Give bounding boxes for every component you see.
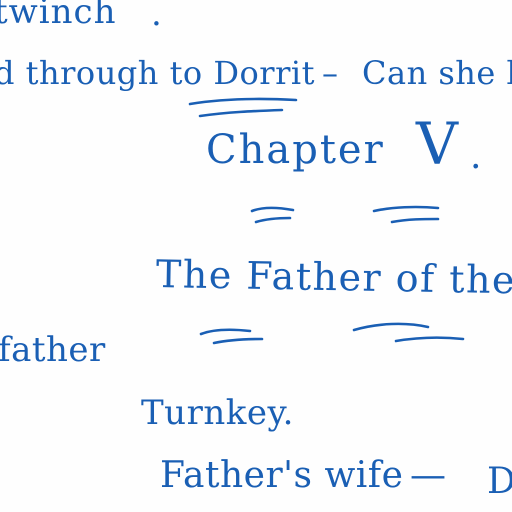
dorrit-underline-bottom (198, 108, 284, 118)
dorrit-underline-top (188, 97, 298, 106)
heading-flourish-right-top (372, 205, 440, 213)
heading-flourish-right-bottom (390, 217, 440, 224)
title-flourish-right-top (352, 322, 430, 332)
pen-strokes (188, 97, 465, 345)
title-flourish-left-top (199, 328, 252, 336)
title-flourish-left-bottom (212, 337, 264, 345)
title-flourish-right-bottom (394, 336, 465, 343)
heading-flourish-left-top (250, 206, 295, 213)
heading-flourish-left-bottom (254, 216, 292, 224)
handwritten-notes-page: twinch . d through to Dorrit – Can she b… (0, 0, 512, 512)
